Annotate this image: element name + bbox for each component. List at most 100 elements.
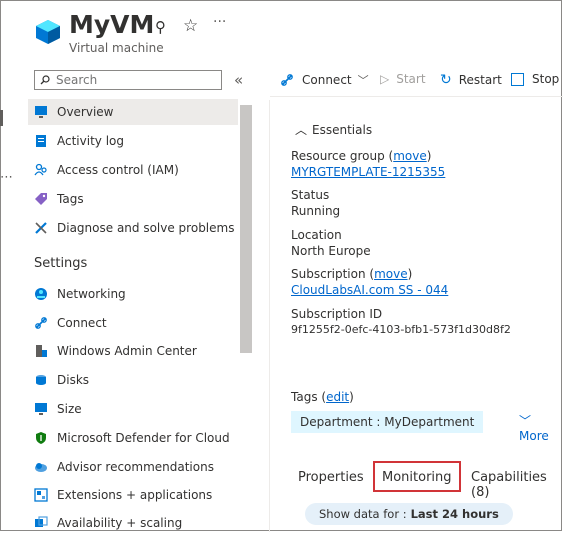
nav-item-label: Connect — [57, 316, 107, 330]
chevron-down-icon: ﹀ — [357, 74, 369, 87]
nav-item-access-control[interactable]: Access control (IAM) — [28, 157, 238, 183]
tags-label-text: Tags — [291, 390, 318, 404]
nav-item-size[interactable]: Size — [28, 396, 238, 422]
connect-button[interactable]: Connect ﹀ — [280, 72, 369, 88]
chevron-up-icon: ︿ — [295, 123, 308, 137]
edge-marker — [0, 110, 3, 126]
nav-item-windows-admin-center[interactable]: Windows Admin Center — [28, 338, 238, 364]
start-label: Start — [396, 72, 426, 86]
nav-item-label: Activity log — [57, 134, 124, 148]
availability-icon — [35, 516, 48, 527]
play-icon: ▷ — [380, 72, 390, 86]
size-monitor-icon — [35, 403, 47, 415]
nav-item-availability[interactable]: Availability + scaling — [28, 510, 238, 536]
nav-item-label: Windows Admin Center — [57, 344, 197, 358]
plug-icon — [281, 74, 293, 86]
nav-item-label: Disks — [57, 373, 90, 387]
search-icon — [40, 75, 50, 85]
nav-item-advisor[interactable]: Advisor recommendations — [28, 454, 238, 480]
star-icon[interactable]: ☆ — [183, 16, 198, 36]
more-label: More — [519, 429, 549, 443]
nav-item-activity-log[interactable]: Activity log — [28, 128, 238, 154]
tags-edit-link[interactable]: edit — [326, 390, 349, 404]
resource-group-move-link[interactable]: move — [393, 149, 427, 163]
subscription-id-value: 9f1255f2-0efc-4103-bfb1-573f1d30d8f2 — [291, 323, 511, 336]
nav-scrollbar[interactable] — [240, 105, 252, 353]
nav-item-label: Size — [57, 402, 82, 416]
nav-item-label: Tags — [57, 192, 84, 206]
nav-item-overview[interactable]: Overview — [28, 99, 238, 125]
nav-item-label: Extensions + applications — [57, 488, 213, 502]
subscription-move-link[interactable]: move — [374, 267, 408, 281]
location-label: Location — [291, 228, 342, 242]
nav-item-defender[interactable]: Microsoft Defender for Cloud — [28, 425, 238, 451]
nav-item-extensions[interactable]: Extensions + applications — [28, 482, 238, 508]
virtual-machine-icon — [36, 20, 60, 44]
server-icon — [36, 345, 47, 357]
nav-item-diagnose[interactable]: Diagnose and solve problems — [28, 215, 238, 241]
nav-item-connect[interactable]: Connect — [28, 310, 238, 336]
page-subtitle: Virtual machine — [69, 41, 164, 55]
collapse-menu-icon[interactable]: « — [234, 71, 243, 89]
restart-icon: ↻ — [440, 72, 452, 88]
plug-icon — [35, 317, 47, 329]
restart-button[interactable]: ↻ Restart — [440, 72, 502, 88]
network-icon — [35, 288, 47, 300]
nav-item-disks[interactable]: Disks — [28, 367, 238, 393]
status-value: Running — [291, 204, 341, 218]
nav-item-label: Advisor recommendations — [57, 460, 214, 474]
nav-item-tags[interactable]: Tags — [28, 186, 238, 212]
wrench-icon — [35, 222, 47, 234]
resource-group-label: Resource group (move) — [291, 149, 432, 163]
edge-more-icon[interactable]: ⋯ — [0, 170, 14, 185]
tab-properties[interactable]: Properties — [298, 470, 364, 485]
tags-label: Tags (edit) — [291, 390, 354, 404]
tab-capabilities[interactable]: Capabilities (8) — [471, 470, 563, 500]
time-range-selector[interactable]: Show data for : Last 24 hours — [305, 503, 513, 525]
subscription-id-label: Subscription ID — [291, 307, 383, 321]
resource-group-link[interactable]: MYRGTEMPLATE-1215355 — [291, 165, 445, 179]
essentials-title: Essentials — [312, 123, 373, 137]
people-icon — [34, 163, 47, 176]
tag-chip: Department : MyDepartment — [291, 411, 484, 433]
start-button[interactable]: ▷ Start — [380, 72, 426, 86]
extensions-icon — [34, 488, 48, 502]
shield-icon — [36, 432, 46, 444]
resource-group-label-text: Resource group — [291, 149, 385, 163]
nav-item-label: Networking — [57, 287, 126, 301]
subscription-label: Subscription (move) — [291, 267, 413, 281]
chevron-down-icon: ﹀ — [519, 414, 532, 428]
nav-item-networking[interactable]: Networking — [28, 281, 238, 307]
disk-icon — [36, 375, 46, 385]
essentials-toggle[interactable]: ︿ Essentials — [295, 121, 372, 138]
monitoring-tab-highlight — [373, 461, 461, 492]
tag-icon — [35, 193, 47, 205]
pin-icon[interactable]: ⚲ — [155, 18, 166, 36]
subscription-label-text: Subscription — [291, 267, 366, 281]
more-tags-link[interactable]: ﹀More — [519, 412, 563, 443]
connect-label: Connect — [302, 73, 352, 87]
nav-item-label: Diagnose and solve problems — [57, 221, 235, 235]
pane-divider — [269, 100, 270, 532]
status-label: Status — [291, 188, 330, 202]
time-range-prefix: Show data for : — [319, 507, 407, 521]
nav-item-label: Availability + scaling — [57, 516, 183, 530]
search-input[interactable] — [50, 73, 216, 87]
location-value: North Europe — [291, 244, 371, 258]
stop-button[interactable]: Stop — [511, 72, 559, 86]
more-options-icon[interactable]: ··· — [213, 14, 226, 30]
stop-icon — [511, 72, 524, 86]
command-bar-divider — [270, 96, 563, 97]
cloud-advisor-icon — [35, 463, 47, 472]
settings-section-header: Settings — [34, 256, 88, 271]
monitor-icon — [35, 106, 47, 118]
search-box[interactable] — [34, 70, 222, 90]
log-icon — [36, 135, 46, 147]
page-title: MyVM — [69, 10, 155, 39]
restart-label: Restart — [458, 73, 502, 87]
nav-item-label: Microsoft Defender for Cloud — [57, 431, 230, 445]
stop-label: Stop — [532, 72, 560, 86]
time-range-value: Last 24 hours — [410, 507, 499, 521]
nav-item-label: Access control (IAM) — [57, 163, 179, 177]
subscription-link[interactable]: CloudLabsAI.com SS - 044 — [291, 283, 448, 297]
